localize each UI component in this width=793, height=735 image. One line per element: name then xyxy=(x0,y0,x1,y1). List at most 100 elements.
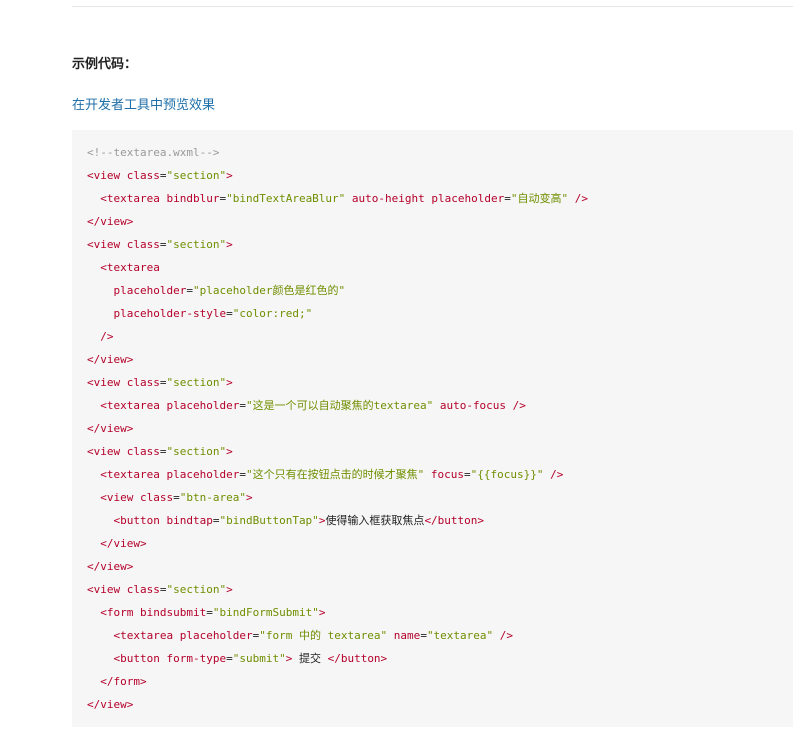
code-tag: > xyxy=(226,238,233,251)
code-tag: </view> xyxy=(100,537,147,550)
code-line: <view class="section"> xyxy=(87,237,793,260)
code-tag: > xyxy=(318,606,326,619)
code-attr: placeholder xyxy=(179,629,253,642)
code-line: placeholder-style="color:red;" xyxy=(87,306,793,329)
code-punct: = xyxy=(186,284,193,297)
code-line: <textarea placeholder="这个只有在按钮点击的时候才聚焦" … xyxy=(87,467,793,490)
code-attr: class xyxy=(140,491,174,504)
code-string: "form 中的 textarea" xyxy=(259,629,388,642)
code-line: </view> xyxy=(87,559,793,582)
code-punct: = xyxy=(420,629,427,642)
preview-in-devtools-link[interactable]: 在开发者工具中预览效果 xyxy=(72,96,215,114)
code-string: "bindFormSubmit" xyxy=(212,606,319,619)
code-tag: <view xyxy=(87,376,127,389)
code-punct: = xyxy=(239,468,246,481)
code-string: "section" xyxy=(166,583,227,596)
code-attr: form-type xyxy=(166,652,227,665)
code-attr: placeholder xyxy=(166,468,240,481)
code-string: "submit" xyxy=(232,652,286,665)
code-tag: <button xyxy=(113,514,167,527)
code-line: </view> xyxy=(87,214,793,237)
code-punct: = xyxy=(226,652,233,665)
code-tag: </view> xyxy=(87,560,134,573)
code-string: "bindButtonTap" xyxy=(219,514,319,527)
code-punct: = xyxy=(504,192,511,205)
code-tag: <button xyxy=(113,652,167,665)
code-tag: > xyxy=(226,169,233,182)
code-line: </form> xyxy=(87,674,793,697)
code-tag: </button> xyxy=(327,652,388,665)
code-line: <textarea xyxy=(87,260,793,283)
code-tag: </view> xyxy=(87,353,134,366)
code-string: "section" xyxy=(166,376,227,389)
code-tag: <textarea xyxy=(100,192,167,205)
code-text: 使得输入框获取焦点 xyxy=(325,514,425,527)
code-tag: <view xyxy=(87,583,127,596)
code-line: </view> xyxy=(87,536,793,559)
code-attr: bindblur xyxy=(166,192,220,205)
code-line: <button form-type="submit"> 提交 </button> xyxy=(87,651,793,674)
code-punct: = xyxy=(463,468,471,481)
code-attr: class xyxy=(126,376,160,389)
code-attr: name xyxy=(387,629,421,642)
code-line: placeholder="placeholder颜色是红色的" xyxy=(87,283,793,306)
code-tag: > xyxy=(245,491,253,504)
section-heading: 示例代码： xyxy=(72,56,138,71)
code-string: "textarea" xyxy=(426,629,494,642)
code-punct: = xyxy=(159,445,167,458)
code-tag: /> xyxy=(543,468,564,481)
code-tag: > xyxy=(226,445,233,458)
code-tag: <textarea xyxy=(100,399,167,412)
code-string: "section" xyxy=(166,445,227,458)
code-line: </view> xyxy=(87,352,793,375)
code-string: "btn-area" xyxy=(179,491,246,504)
code-attr: auto-focus xyxy=(433,399,507,412)
code-attr: class xyxy=(126,169,160,182)
code-attr: placeholder-style xyxy=(113,307,227,320)
code-line: </view> xyxy=(87,697,793,720)
code-line: /> xyxy=(87,329,793,352)
code-punct: = xyxy=(159,238,167,251)
code-tag: <form xyxy=(100,606,140,619)
code-string: "这是一个可以自动聚焦的textarea" xyxy=(245,399,434,412)
code-attr: class xyxy=(126,445,160,458)
code-comment: <!--textarea.wxml--> xyxy=(87,146,220,159)
code-tag: <view xyxy=(87,238,127,251)
code-text: 提交 xyxy=(292,652,328,665)
code-string: "这个只有在按钮点击的时候才聚焦" xyxy=(245,468,425,481)
code-tag: <view xyxy=(87,169,127,182)
code-attr: focus xyxy=(424,468,464,481)
code-tag: /> xyxy=(100,330,114,343)
code-tag: /> xyxy=(506,399,526,412)
code-attr: class xyxy=(126,583,160,596)
code-punct: = xyxy=(159,583,167,596)
code-punct: = xyxy=(159,376,167,389)
code-tag: /> xyxy=(568,192,589,205)
code-line: <!--textarea.wxml--> xyxy=(87,145,793,168)
code-tag: > xyxy=(226,376,233,389)
code-line: <view class="section"> xyxy=(87,444,793,467)
code-string: "{{focus}}" xyxy=(470,468,544,481)
code-tag: <textarea xyxy=(113,629,180,642)
code-tag: /> xyxy=(493,629,514,642)
code-line: <view class="section"> xyxy=(87,582,793,605)
code-line: <form bindsubmit="bindFormSubmit"> xyxy=(87,605,793,628)
code-string: "自动变高" xyxy=(510,192,569,205)
code-line: <textarea placeholder = "form 中的 textarea"… xyxy=(87,628,793,651)
code-line: <view class="section"> xyxy=(87,375,793,398)
code-tag: <textarea xyxy=(100,468,167,481)
code-punct: = xyxy=(239,399,246,412)
code-tag: </view> xyxy=(87,422,134,435)
code-attr: placeholder xyxy=(166,399,240,412)
